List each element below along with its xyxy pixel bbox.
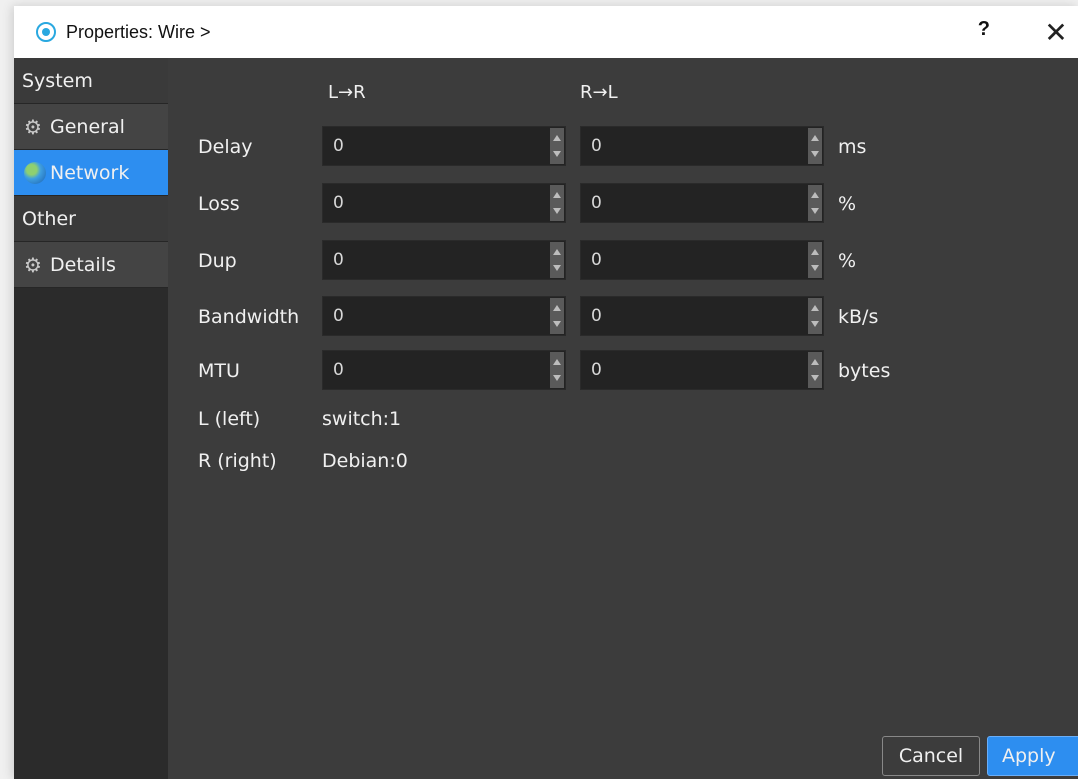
spinbox-value: 0 <box>591 360 602 380</box>
help-button[interactable]: ? <box>978 18 990 41</box>
loss-left-spinbox[interactable]: 0 <box>322 183 566 223</box>
arrow-down-icon <box>553 208 561 214</box>
column-header-left-to-right: L→R <box>328 82 366 103</box>
loss-unit: % <box>838 193 857 215</box>
arrow-down-icon <box>811 265 819 271</box>
sidebar-item-label: Network <box>50 161 130 184</box>
delay-right-spinbox[interactable]: 0 <box>580 126 824 166</box>
spinbox-arrows[interactable] <box>808 185 822 221</box>
arrow-up-icon <box>553 192 561 198</box>
right-endpoint-value: Debian:0 <box>322 450 408 472</box>
column-header-right-to-left: R→L <box>580 82 618 103</box>
globe-icon <box>24 161 46 184</box>
arrow-down-icon <box>553 265 561 271</box>
title-bar: Properties: Wire > ? ✕ <box>14 6 1078 58</box>
bandwidth-left-spinbox[interactable]: 0 <box>322 296 566 336</box>
arrow-up-icon <box>811 249 819 255</box>
arrow-up-icon <box>811 192 819 198</box>
delay-left-spinbox[interactable]: 0 <box>322 126 566 166</box>
spinbox-value: 0 <box>333 250 344 270</box>
spinbox-value: 0 <box>591 193 602 213</box>
dup-left-spinbox[interactable]: 0 <box>322 240 566 280</box>
loss-label: Loss <box>198 193 240 215</box>
spinbox-arrows[interactable] <box>550 185 564 221</box>
arrow-down-icon <box>553 375 561 381</box>
arrow-down-icon <box>811 208 819 214</box>
spinbox-arrows[interactable] <box>550 298 564 334</box>
left-endpoint-label: L (left) <box>198 408 261 430</box>
sidebar-category-system: System <box>14 58 168 104</box>
right-endpoint-label: R (right) <box>198 450 277 472</box>
sidebar-category-other: Other <box>14 196 168 242</box>
bandwidth-unit: kB/s <box>838 306 879 328</box>
spinbox-value: 0 <box>333 193 344 213</box>
arrow-up-icon <box>553 359 561 365</box>
spinbox-value: 0 <box>591 306 602 326</box>
dup-unit: % <box>838 250 857 272</box>
spinbox-arrows[interactable] <box>808 128 822 164</box>
sidebar-item-label: Details <box>50 253 116 276</box>
arrow-down-icon <box>553 321 561 327</box>
sidebar-item-details[interactable]: ⚙ Details <box>14 242 168 288</box>
mtu-label: MTU <box>198 360 240 382</box>
dup-label: Dup <box>198 250 237 272</box>
window-title: Properties: Wire > <box>66 21 211 42</box>
properties-dialog: Properties: Wire > ? ✕ System ⚙ General … <box>14 6 1078 779</box>
spinbox-value: 0 <box>591 136 602 156</box>
apply-button[interactable]: Apply <box>987 736 1078 776</box>
arrow-up-icon <box>811 135 819 141</box>
close-button[interactable]: ✕ <box>1036 12 1076 52</box>
sidebar-category-label: System <box>22 69 93 92</box>
spinbox-value: 0 <box>591 250 602 270</box>
spinbox-arrows[interactable] <box>808 242 822 278</box>
spinbox-value: 0 <box>333 360 344 380</box>
sidebar-category-label: Other <box>22 207 76 230</box>
arrow-up-icon <box>553 249 561 255</box>
gear-icon: ⚙ <box>24 114 42 139</box>
arrow-down-icon <box>811 375 819 381</box>
sidebar-item-network[interactable]: Network <box>14 150 168 196</box>
gears-icon: ⚙ <box>24 252 42 277</box>
app-logo-icon <box>36 22 56 42</box>
arrow-down-icon <box>811 321 819 327</box>
arrow-up-icon <box>553 305 561 311</box>
arrow-down-icon <box>553 151 561 157</box>
network-settings-panel: L→R R→L Delay 0 0 ms Loss 0 0 % Dup 0 0 … <box>168 58 1078 779</box>
arrow-up-icon <box>811 305 819 311</box>
spinbox-value: 0 <box>333 306 344 326</box>
bandwidth-label: Bandwidth <box>198 306 300 328</box>
loss-right-spinbox[interactable]: 0 <box>580 183 824 223</box>
spinbox-arrows[interactable] <box>808 298 822 334</box>
spinbox-arrows[interactable] <box>550 242 564 278</box>
delay-label: Delay <box>198 136 253 158</box>
bandwidth-right-spinbox[interactable]: 0 <box>580 296 824 336</box>
sidebar-item-general[interactable]: ⚙ General <box>14 104 168 150</box>
spinbox-arrows[interactable] <box>550 128 564 164</box>
arrow-down-icon <box>811 151 819 157</box>
sidebar: System ⚙ General Network Other ⚙ Details <box>14 58 168 779</box>
arrow-up-icon <box>553 135 561 141</box>
mtu-right-spinbox[interactable]: 0 <box>580 350 824 390</box>
arrow-up-icon <box>811 359 819 365</box>
spinbox-arrows[interactable] <box>550 352 564 388</box>
dup-right-spinbox[interactable]: 0 <box>580 240 824 280</box>
spinbox-value: 0 <box>333 136 344 156</box>
mtu-unit: bytes <box>838 360 891 382</box>
sidebar-item-label: General <box>50 115 125 138</box>
delay-unit: ms <box>838 136 867 158</box>
cancel-button[interactable]: Cancel <box>882 736 980 776</box>
mtu-left-spinbox[interactable]: 0 <box>322 350 566 390</box>
spinbox-arrows[interactable] <box>808 352 822 388</box>
left-endpoint-value: switch:1 <box>322 408 402 430</box>
